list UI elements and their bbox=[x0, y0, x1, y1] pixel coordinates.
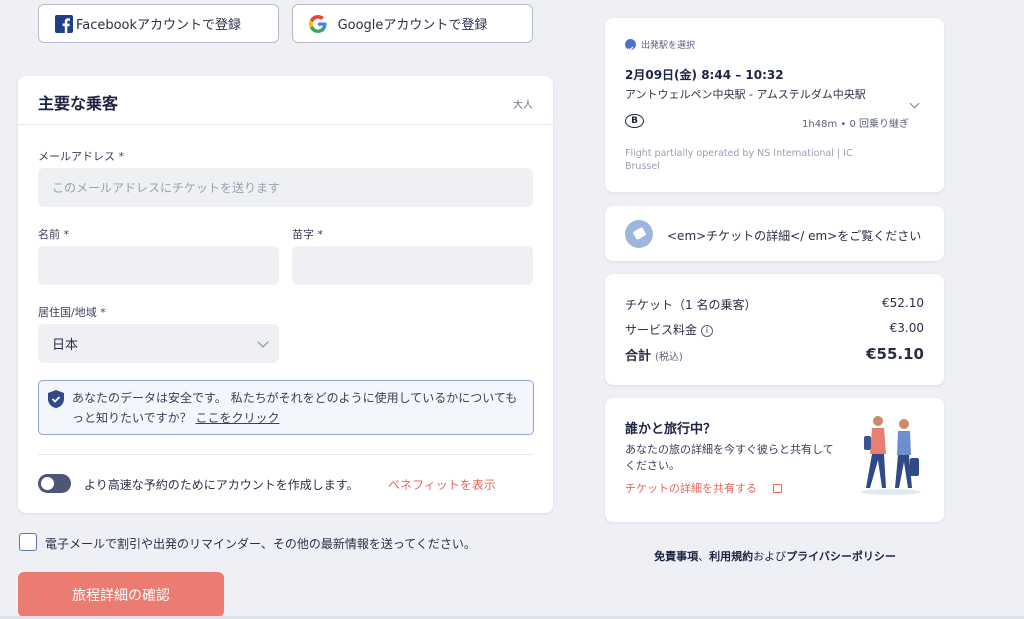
service-fee-row: サービス料金 i €3.00 bbox=[625, 321, 924, 338]
chevron-down-icon[interactable] bbox=[909, 98, 920, 109]
create-account-toggle[interactable] bbox=[38, 474, 71, 493]
share-description: あなたの旅の詳細を今すぐ彼らと共有してください。 bbox=[625, 443, 834, 472]
ticket-details-card[interactable]: <em>チケットの詳細</ em>をご覧ください bbox=[605, 206, 944, 261]
last-name-label: 苗字 * bbox=[292, 228, 323, 241]
security-notice-text: あなたのデータは安全です。 私たちがそれをどのように使用しているかについてもっと… bbox=[72, 388, 522, 428]
facebook-signup-button[interactable]: Facebookアカウントで登録 bbox=[38, 4, 279, 43]
total-label: 合計 bbox=[625, 349, 652, 364]
google-signup-label: Googleアカウントで登録 bbox=[337, 18, 488, 33]
security-notice-body: あなたのデータは安全です。 私たちがそれをどのように使用しているかについてもっと… bbox=[72, 391, 518, 425]
departure-datetime: 2月09日(金) 8:44 – 10:32 bbox=[625, 68, 784, 82]
legal-links: 免責事項、利用規約およびプライバシーポリシー bbox=[605, 548, 945, 564]
confirm-itinerary-button[interactable]: 旅程詳細の確認 bbox=[18, 572, 224, 617]
data-security-notice: あなたのデータは安全です。 私たちがそれをどのように使用しているかについてもっと… bbox=[38, 380, 534, 435]
email-field[interactable]: このメールアドレスにチケットを送ります bbox=[38, 168, 533, 207]
first-name-field[interactable] bbox=[38, 246, 279, 285]
trip-duration: 1h48m • 0 回乗り継ぎ bbox=[802, 119, 909, 130]
passenger-type-badge: 大人 bbox=[513, 100, 533, 111]
google-icon bbox=[309, 15, 327, 33]
last-name-field[interactable] bbox=[292, 246, 533, 285]
price-summary-card: チケット（1 名の乗客） €52.10 サービス料金 i €3.00 合計 (税込)… bbox=[605, 274, 944, 385]
operated-by-text: Flight partially operated by NS Internat… bbox=[625, 148, 853, 172]
shield-icon bbox=[48, 390, 64, 412]
service-fee-value: €3.00 bbox=[889, 321, 924, 335]
total-row: 合計 (税込) €55.10 bbox=[625, 345, 924, 364]
and-text: および bbox=[753, 550, 787, 563]
ticket-price-value: €52.10 bbox=[882, 296, 924, 310]
check-circle-icon bbox=[625, 39, 636, 52]
ticket-details-text: <em>チケットの詳細</ em>をご覧ください bbox=[667, 229, 922, 243]
country-select[interactable]: 日本 bbox=[38, 324, 279, 363]
tax-included-note: (税込) bbox=[655, 352, 683, 363]
google-signup-button[interactable]: Googleアカウントで登録 bbox=[292, 4, 533, 43]
info-icon[interactable]: i bbox=[701, 324, 714, 337]
create-account-text: より高速な予約のためにアカウントを作成します。 bbox=[84, 478, 359, 492]
facebook-icon bbox=[55, 15, 73, 33]
copy-icon[interactable] bbox=[773, 484, 782, 493]
service-fee-label: サービス料金 bbox=[625, 323, 698, 337]
route-text: アントウェルペン中央駅 - アムステルダム中央駅 bbox=[625, 88, 866, 101]
share-title: 誰かと旅行中？ bbox=[625, 422, 717, 437]
newsletter-checkbox[interactable] bbox=[19, 533, 37, 551]
divider bbox=[18, 124, 553, 125]
country-value: 日本 bbox=[52, 338, 79, 353]
total-value: €55.10 bbox=[866, 345, 924, 363]
step-label: 出発駅を選択 bbox=[641, 41, 696, 51]
ticket-icon bbox=[625, 220, 653, 248]
form-title: 主要な乗客 bbox=[38, 94, 119, 113]
terms-link[interactable]: 利用規約 bbox=[709, 550, 753, 563]
click-here-link[interactable]: ここをクリック bbox=[195, 411, 279, 425]
ticket-price-label: チケット（1 名の乗客） bbox=[625, 298, 757, 312]
travelers-illustration bbox=[858, 412, 924, 500]
facebook-signup-label: Facebookアカウントで登録 bbox=[75, 18, 242, 33]
first-name-label: 名前 * bbox=[38, 228, 69, 241]
share-ticket-link[interactable]: チケットの詳細を共有する bbox=[625, 480, 757, 496]
country-label: 居住国/地域 * bbox=[38, 306, 106, 319]
ticket-price-row: チケット（1 名の乗客） €52.10 bbox=[625, 296, 924, 313]
operator-logo: B bbox=[625, 114, 644, 128]
disclaimer-link[interactable]: 免責事項 bbox=[654, 550, 698, 563]
email-label: メールアドレス * bbox=[38, 150, 124, 163]
show-benefits-link[interactable]: ベネフィットを表示 bbox=[388, 476, 496, 493]
chevron-down-icon bbox=[257, 336, 269, 348]
share-trip-card: 誰かと旅行中？ あなたの旅の詳細を今すぐ彼らと共有してください。 チケットの詳細… bbox=[605, 398, 944, 522]
newsletter-label: 電子メールで割引や出発のリマインダー、その他の最新情報を送ってください。 bbox=[45, 537, 476, 551]
privacy-link[interactable]: プライバシーポリシー bbox=[786, 550, 896, 563]
separator: 、 bbox=[698, 550, 710, 563]
passenger-form-card: 主要な乗客 大人 メールアドレス * このメールアドレスにチケットを送ります 名… bbox=[18, 76, 553, 513]
divider bbox=[38, 454, 533, 455]
trip-summary-card[interactable]: 出発駅を選択 2月09日(金) 8:44 – 10:32 アントウェルペン中央駅… bbox=[605, 18, 944, 192]
